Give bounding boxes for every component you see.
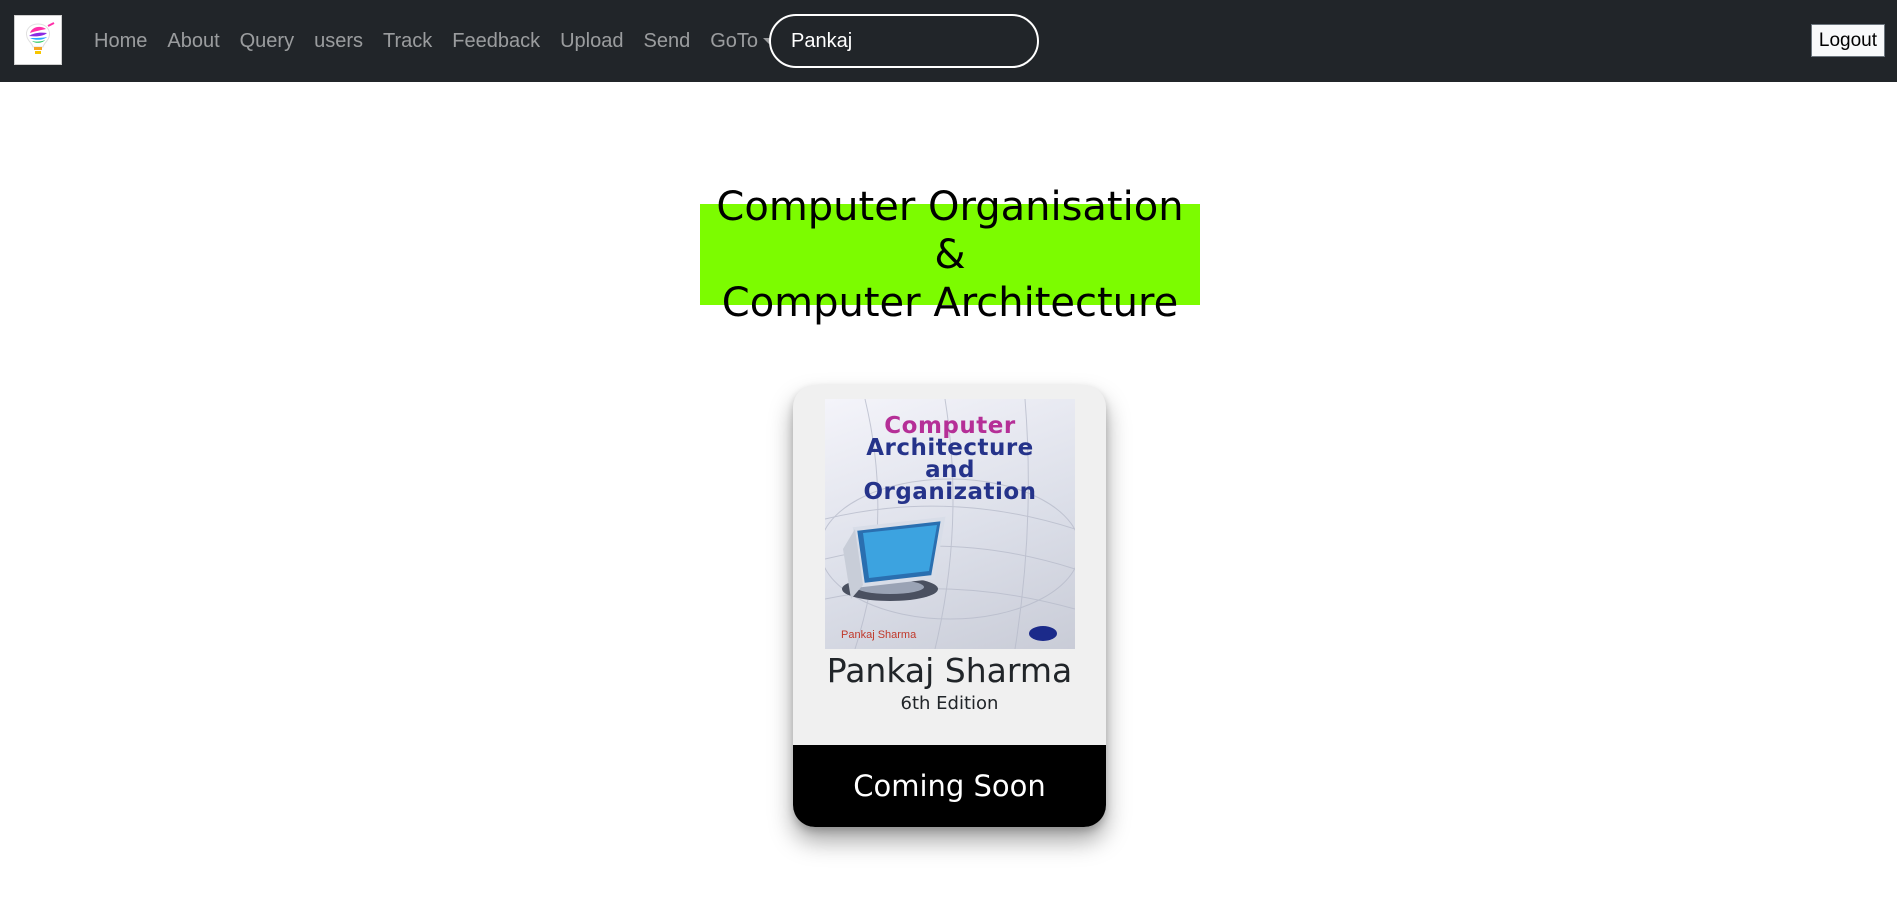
coming-soon-button[interactable]: Coming Soon <box>793 745 1106 827</box>
cover-title-line1: Computer <box>884 413 1016 439</box>
nav-link-about[interactable]: About <box>157 30 229 53</box>
page-title-line2: Computer Architecture <box>721 279 1179 326</box>
status-label: Coming Soon <box>853 769 1046 803</box>
book-edition: 6th Edition <box>900 693 999 714</box>
cover-author: Pankaj Sharma <box>841 629 917 641</box>
publisher-logo-icon <box>1029 626 1057 641</box>
nav-link-track[interactable]: Track <box>373 30 442 53</box>
navbar: Home About Query users Track Feedback Up… <box>0 0 1897 82</box>
nav-link-send[interactable]: Send <box>634 30 701 53</box>
goto-dropdown-label: GoTo <box>710 29 759 52</box>
logout-button[interactable]: Logout <box>1810 24 1885 57</box>
page-title-line1: Computer Organisation & <box>716 183 1184 278</box>
lightbulb-logo-icon <box>26 22 55 54</box>
nav-links: Home About Query users Track Feedback Up… <box>84 0 785 82</box>
search-input[interactable] <box>769 14 1039 68</box>
cover-title-line2: Architecture <box>866 435 1034 461</box>
page-title-banner: Computer Organisation & Computer Archite… <box>700 184 1200 326</box>
book-cover-image[interactable]: Computer Architecture and Organization P… <box>825 399 1075 649</box>
nav-link-feedback[interactable]: Feedback <box>442 30 550 53</box>
page-title: Computer Organisation & Computer Archite… <box>700 183 1200 327</box>
nav-link-home[interactable]: Home <box>84 30 157 53</box>
nav-link-users[interactable]: users <box>304 30 373 53</box>
book-card[interactable]: Computer Architecture and Organization P… <box>793 385 1106 827</box>
book-author: Pankaj Sharma <box>826 651 1073 690</box>
cover-title-line3: and <box>925 457 975 483</box>
cover-title-line4: Organization <box>863 479 1037 505</box>
nav-link-upload[interactable]: Upload <box>550 30 633 53</box>
monitor-icon <box>842 516 946 601</box>
cover-title: Computer Architecture and Organization <box>825 413 1075 505</box>
brand-logo[interactable] <box>14 15 62 65</box>
nav-link-query[interactable]: Query <box>230 30 304 53</box>
